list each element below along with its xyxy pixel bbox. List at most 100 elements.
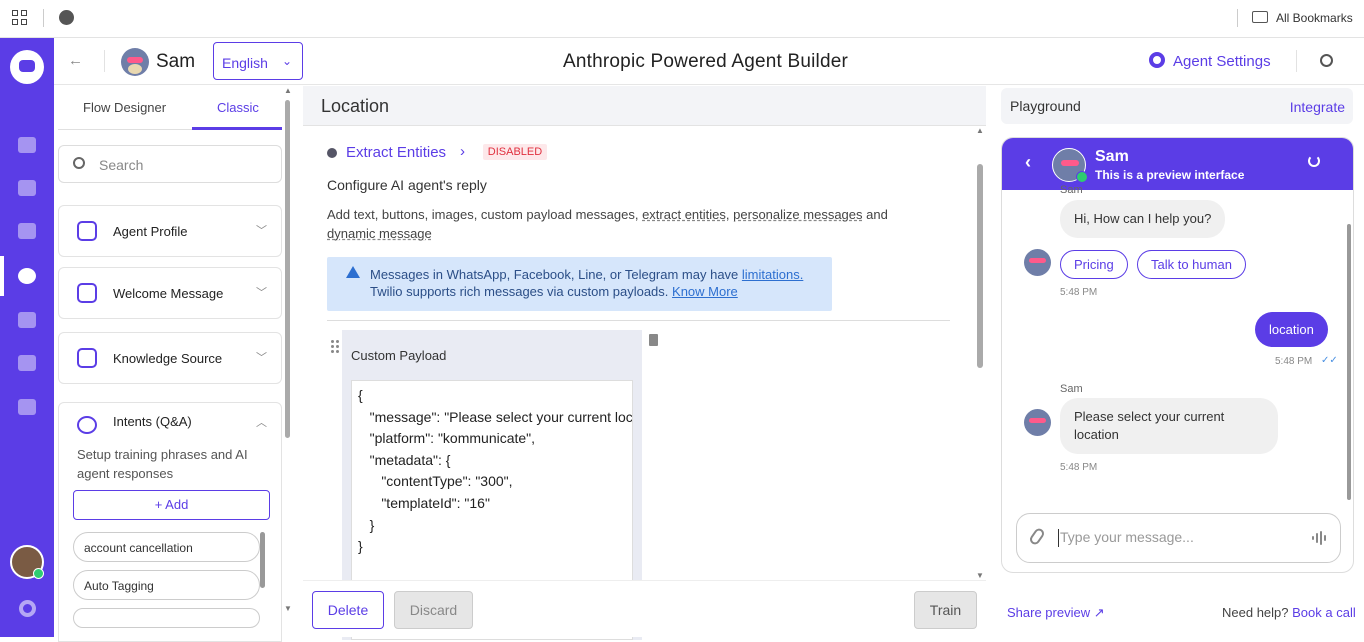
section-welcome-message[interactable]: Welcome Message ﹀ [58, 267, 282, 319]
settings-gear-icon[interactable] [19, 600, 36, 617]
active-indicator [0, 256, 4, 296]
extract-entities-link[interactable]: Extract Entities [346, 144, 446, 161]
campaigns-icon[interactable] [18, 355, 36, 371]
agent-settings-button[interactable]: Agent Settings [1149, 52, 1271, 70]
search-placeholder: Search [99, 157, 144, 173]
scroll-down-icon[interactable]: ▼ [284, 604, 292, 613]
double-check-icon: ✓✓ [1321, 355, 1338, 366]
all-bookmarks-link[interactable]: All Bookmarks [1276, 11, 1353, 25]
playground-header: Playground Integrate [1001, 88, 1353, 124]
add-intent-button[interactable]: + Add [73, 490, 270, 520]
intents-description: Setup training phrases and AI agent resp… [77, 447, 248, 481]
trash-icon[interactable] [649, 334, 658, 346]
header-divider [1296, 50, 1297, 72]
intent-item[interactable]: account cancellation [73, 532, 260, 562]
header-divider [104, 50, 105, 72]
message-list: Sam Hi, How can I help you? Pricing Talk… [1002, 184, 1353, 504]
scroll-thumb[interactable] [260, 532, 265, 588]
integrate-link[interactable]: Integrate [1290, 99, 1345, 115]
chat-header: ‹ Sam This is a preview interface [1002, 138, 1353, 190]
integrations-icon[interactable] [18, 312, 36, 328]
quick-reply-button[interactable]: Pricing [1060, 250, 1128, 279]
globe-icon[interactable] [59, 10, 74, 25]
scroll-thumb[interactable] [285, 100, 290, 438]
section-title: Welcome Message [113, 286, 224, 301]
chevron-down-icon: ﹀ [256, 287, 267, 299]
personalize-messages-link[interactable]: personalize messages [733, 207, 862, 222]
chat-scrollbar[interactable] [1345, 192, 1353, 502]
back-arrow-icon[interactable]: ← [68, 52, 83, 69]
attachment-icon[interactable] [1028, 526, 1046, 547]
payload-platform-line: "platform": "kommunicate", [358, 430, 536, 447]
section-knowledge-source[interactable]: Knowledge Source ﹀ [58, 332, 282, 384]
message-timestamp: 5:48 PM [1060, 287, 1098, 298]
platform-alert: Messages in WhatsApp, Facebook, Line, or… [327, 257, 832, 311]
drag-handle-icon[interactable] [331, 340, 341, 356]
intents-scrollbar[interactable] [260, 522, 265, 642]
dynamic-message-link[interactable]: dynamic message [327, 226, 432, 241]
users-icon[interactable] [18, 223, 36, 239]
message-input[interactable]: Type your message... [1016, 513, 1341, 563]
conversations-icon[interactable] [18, 180, 36, 196]
search-icon[interactable] [1320, 54, 1333, 67]
app-sidebar [0, 38, 54, 637]
toolbar-divider [43, 9, 44, 27]
panel-scrollbar[interactable]: ▲ ▼ [284, 86, 292, 616]
intent-item[interactable] [73, 608, 260, 628]
panel-tabs: Flow Designer Classic [58, 86, 282, 130]
refresh-icon[interactable] [1308, 155, 1320, 167]
train-button[interactable]: Train [914, 591, 977, 629]
delete-button[interactable]: Delete [312, 591, 384, 629]
language-select[interactable]: English ⌄ [213, 42, 303, 80]
folder-icon[interactable] [1252, 11, 1268, 23]
chevron-right-icon[interactable]: › [460, 143, 465, 160]
toolbar-divider [1237, 9, 1238, 27]
user-avatar[interactable] [10, 545, 44, 579]
intent-item[interactable]: Auto Tagging [73, 570, 260, 600]
search-input[interactable]: Search [58, 145, 282, 183]
scroll-thumb[interactable] [977, 164, 983, 368]
warning-icon [346, 266, 360, 278]
app-logo-icon[interactable] [10, 50, 44, 84]
quick-reply-button[interactable]: Talk to human [1137, 250, 1246, 279]
intent-title: Location [321, 96, 390, 116]
playground-title: Playground [1010, 98, 1081, 114]
chevron-up-icon[interactable]: ︿ [256, 414, 267, 430]
chat-bot-name: Sam [1095, 148, 1129, 165]
section-title[interactable]: Intents (Q&A) [113, 414, 192, 429]
payload-title: Custom Payload [351, 348, 447, 363]
chevron-down-icon: ﹀ [256, 225, 267, 237]
configure-heading: Configure AI agent's reply [327, 177, 487, 193]
chevron-left-icon[interactable]: ‹ [1025, 152, 1031, 173]
analytics-icon[interactable] [18, 137, 36, 153]
scroll-thumb[interactable] [1347, 224, 1351, 500]
share-preview-link[interactable]: Share preview ↗ [1007, 605, 1105, 621]
help-text: Add text, buttons, images, custom payloa… [327, 207, 888, 241]
editor-scrollbar[interactable]: ▲ ▼ [975, 126, 985, 586]
bot-avatar [1024, 409, 1051, 436]
info-icon [327, 148, 337, 158]
tab-classic[interactable]: Classic [217, 100, 259, 115]
scroll-up-icon[interactable]: ▲ [976, 126, 984, 135]
page-title: Anthropic Powered Agent Builder [563, 51, 849, 72]
agent-settings-label: Agent Settings [1173, 53, 1271, 70]
extract-entities-help-link[interactable]: extract entities [642, 207, 726, 222]
bot-avatar [1024, 249, 1051, 276]
bot-avatar [1052, 148, 1088, 183]
message-placeholder: Type your message... [1060, 529, 1194, 545]
playground-panel: Playground Integrate ‹ Sam This is a pre… [987, 86, 1364, 637]
bot-builder-icon[interactable] [18, 268, 36, 284]
bot-name: Sam [156, 51, 196, 72]
tab-flow-designer[interactable]: Flow Designer [83, 100, 166, 115]
scroll-down-icon[interactable]: ▼ [976, 571, 984, 580]
book-call-link[interactable]: Book a call [1292, 605, 1356, 620]
apps-grid-icon[interactable] [12, 10, 28, 26]
reports-icon[interactable] [18, 399, 36, 415]
discard-button[interactable]: Discard [394, 591, 473, 629]
section-agent-profile[interactable]: Agent Profile ﹀ [58, 205, 282, 257]
know-more-link[interactable]: Know More [672, 284, 738, 299]
voice-icon[interactable] [1312, 531, 1326, 545]
scroll-up-icon[interactable]: ▲ [284, 86, 292, 95]
text-caret [1058, 529, 1059, 547]
limitations-link[interactable]: limitations. [742, 267, 803, 282]
